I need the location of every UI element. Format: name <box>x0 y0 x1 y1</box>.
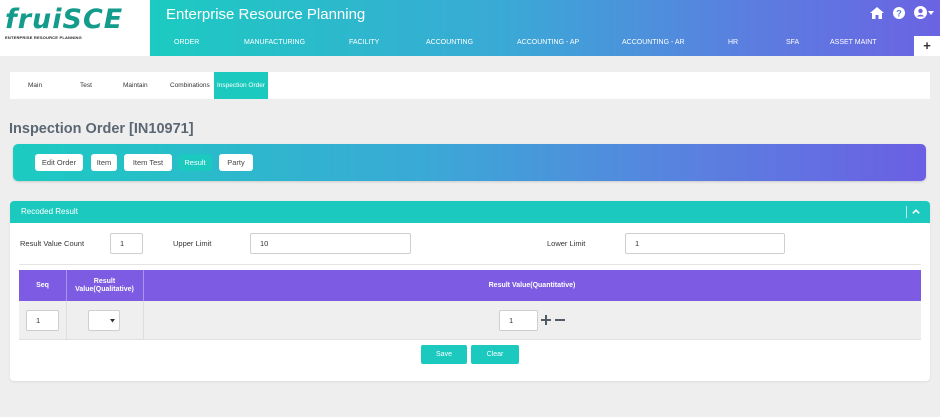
divider <box>19 264 921 265</box>
edit-order-button[interactable]: Edit Order <box>35 154 83 171</box>
result-button[interactable]: Result <box>178 154 212 171</box>
plus-icon[interactable] <box>541 313 551 327</box>
tab-maintain[interactable]: Maintain <box>123 72 148 99</box>
collapse-icon[interactable] <box>906 206 922 218</box>
nav-facility[interactable]: FACILITY <box>349 39 379 46</box>
minus-icon[interactable] <box>555 313 565 327</box>
svg-text:?: ? <box>896 8 902 18</box>
result-value-count-label: Result Value Count <box>20 239 85 248</box>
item-button[interactable]: Item <box>91 154 117 171</box>
help-icon[interactable]: ? <box>893 6 905 19</box>
tab-combinations[interactable]: Combinations <box>170 72 210 99</box>
main-nav: ORDER MANUFACTURING FACILITY ACCOUNTING … <box>150 36 940 56</box>
nav-asset-maint[interactable]: ASSET MAINT <box>830 39 877 46</box>
column-divider <box>66 301 67 340</box>
column-divider <box>143 301 144 340</box>
logo-text: fruiSCE <box>5 4 124 35</box>
table-row <box>19 301 921 340</box>
qualitative-select[interactable] <box>88 310 120 331</box>
chevron-down-icon <box>110 319 115 323</box>
nav-sfa[interactable]: SFA <box>786 39 799 46</box>
quantitative-input[interactable] <box>499 310 538 331</box>
party-button[interactable]: Party <box>219 154 253 171</box>
recoded-result-panel: Recoded Result Result Value Count Upper … <box>10 201 930 381</box>
chevron-down-icon <box>928 10 934 15</box>
seq-input[interactable] <box>26 310 59 331</box>
nav-hr[interactable]: HR <box>728 39 738 46</box>
nav-accounting-ar[interactable]: ACCOUNTING - AR <box>622 39 685 46</box>
upper-limit-label: Upper Limit <box>173 239 212 248</box>
nav-order[interactable]: ORDER <box>174 39 199 46</box>
lower-limit-label: Lower Limit <box>547 239 586 248</box>
home-icon[interactable] <box>870 6 884 19</box>
clear-button[interactable]: Clear <box>471 345 519 364</box>
save-button[interactable]: Save <box>421 345 467 364</box>
col-qualitative: Result Value(Qualitative) <box>75 277 134 293</box>
tab-test[interactable]: Test <box>80 72 92 99</box>
app-title: Enterprise Resource Planning <box>166 6 366 23</box>
tab-main[interactable]: Main <box>28 72 42 99</box>
top-header: fruiSCE ENTERPRISE RESOURCE PLANNING Ent… <box>0 0 940 56</box>
panel-title: Recoded Result <box>21 207 78 216</box>
upper-limit-input[interactable] <box>250 233 411 254</box>
header-icons: ? <box>870 6 934 19</box>
result-value-count-input[interactable] <box>110 233 143 254</box>
header-band: Enterprise Resource Planning ? ORDER MAN… <box>150 0 940 56</box>
logo-tagline: ENTERPRISE RESOURCE PLANNING <box>5 35 82 40</box>
nav-accounting-ap[interactable]: ACCOUNTING - AP <box>517 39 579 46</box>
tab-inspection-order[interactable]: Inspection Order <box>214 72 269 99</box>
table-header: Seq Result Value(Qualitative) Result Val… <box>19 270 921 301</box>
item-test-button[interactable]: Item Test <box>124 154 172 171</box>
lower-limit-input[interactable] <box>625 233 785 254</box>
col-seq: Seq <box>36 281 49 289</box>
sub-tabs: Main Test Maintain Combinations Inspecti… <box>10 72 930 99</box>
logo[interactable]: fruiSCE ENTERPRISE RESOURCE PLANNING <box>0 0 150 56</box>
col-quantitative: Result Value(Quantitative) <box>488 281 576 289</box>
action-bar: Edit Order Item Item Test Result Party <box>13 144 926 181</box>
user-icon[interactable] <box>914 6 934 19</box>
page-title: Inspection Order [IN10971] <box>9 121 194 137</box>
nav-more-button[interactable]: + <box>914 36 940 56</box>
panel-header: Recoded Result <box>10 201 930 223</box>
nav-manufacturing[interactable]: MANUFACTURING <box>244 39 305 46</box>
nav-accounting[interactable]: ACCOUNTING <box>426 39 473 46</box>
